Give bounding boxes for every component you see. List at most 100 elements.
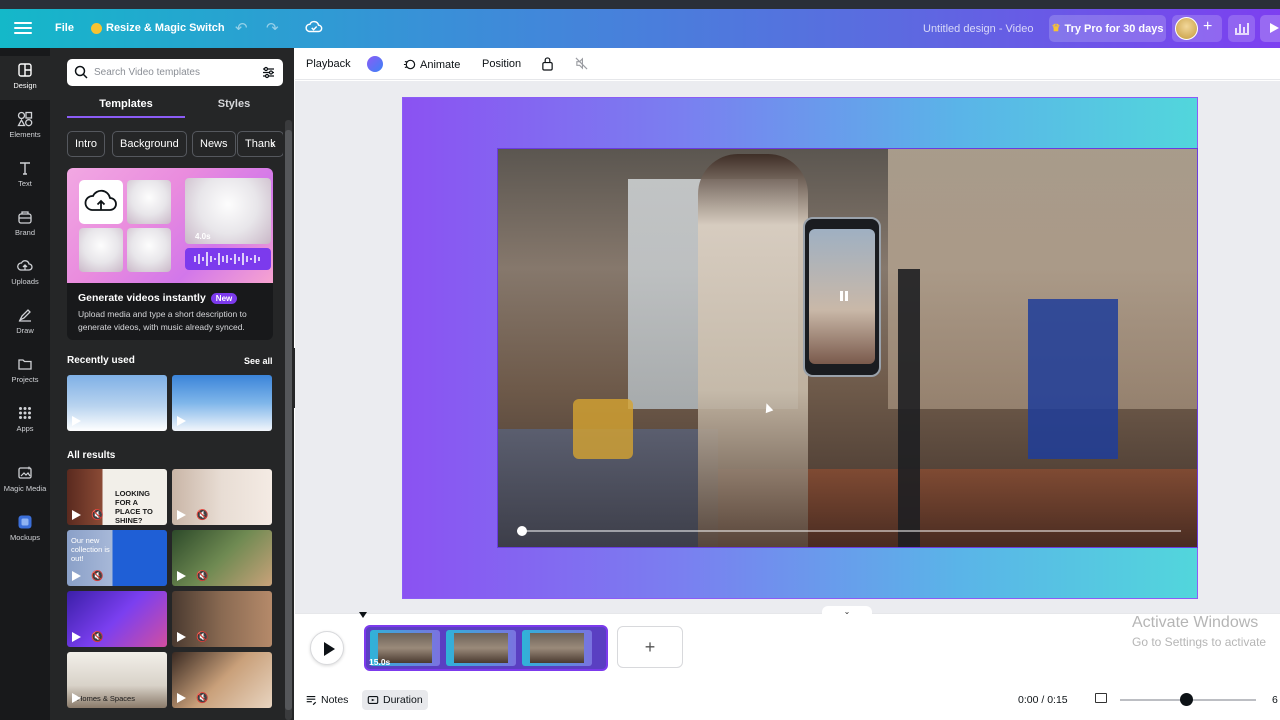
undo-icon[interactable]: ↶ (235, 19, 248, 37)
mute-icon: 🔇 (91, 510, 104, 521)
video-progress-knob[interactable] (517, 526, 527, 536)
result-template-thumb[interactable]: 🔇 (67, 591, 167, 647)
filter-icon[interactable] (261, 65, 276, 80)
duration-button[interactable]: Duration (362, 690, 428, 710)
notes-button[interactable]: Notes (305, 690, 348, 710)
rail-item-apps[interactable]: Apps (0, 399, 50, 443)
search-input[interactable]: Search Video templates (67, 59, 283, 86)
promo-title: Generate videos instantly New (78, 292, 238, 304)
add-clip-button[interactable]: + (617, 626, 683, 668)
crown-icon (91, 22, 102, 34)
category-chips: Intro Background News Thank › (67, 131, 283, 157)
file-menu-button[interactable]: File (55, 22, 74, 34)
timeline-clip[interactable]: 15.0s (364, 625, 608, 671)
uploads-icon (17, 260, 33, 271)
animate-label: Animate (420, 58, 461, 71)
video-scene-tripod (898, 269, 920, 547)
mute-audio-icon[interactable] (575, 57, 588, 70)
editor-toolbar: Playback Animate Position (295, 48, 1280, 80)
result-template-thumb[interactable]: Homes & Spaces (67, 652, 167, 708)
result-template-thumb[interactable]: 🔇 (172, 469, 272, 525)
top-header: File Resize & Magic Switch ↶ ↷ Untitled … (0, 9, 1280, 48)
rail-label: Projects (11, 375, 39, 384)
pause-icon (839, 291, 849, 301)
upload-tile (79, 180, 123, 224)
dog-photo-tile (127, 228, 171, 272)
cloud-save-icon[interactable] (305, 18, 323, 36)
video-scene-cabinet (1028, 299, 1118, 459)
template-text: LOOKING FOR A PLACE TO SHINE? (115, 489, 153, 525)
design-icon (18, 63, 32, 77)
document-title[interactable]: Untitled design - Video (923, 23, 1033, 35)
result-template-thumb[interactable]: 🔇 (172, 652, 272, 708)
timeline-play-button[interactable] (310, 631, 344, 665)
clip-frame-image (530, 633, 584, 663)
rail-item-text[interactable]: Text (0, 154, 50, 198)
rail-item-elements[interactable]: Elements (0, 105, 50, 149)
timeline-playhead[interactable] (359, 612, 367, 618)
zoom-slider-knob[interactable] (1180, 693, 1193, 706)
result-template-thumb[interactable]: 🔇 (172, 530, 272, 586)
rail-label: Elements (9, 130, 41, 139)
tab-templates[interactable]: Templates (67, 96, 185, 118)
rail-item-draw[interactable]: Draw (0, 301, 50, 345)
rail-item-brand[interactable]: Brand (0, 203, 50, 247)
draw-icon (18, 309, 31, 322)
rail-label: Draw (16, 326, 34, 335)
result-template-thumb[interactable]: LOOKING FOR A PLACE TO SHINE? 🔇 (67, 469, 167, 525)
zoom-level[interactable]: 6 (1272, 694, 1278, 706)
rail-item-uploads[interactable]: Uploads (0, 252, 50, 296)
recent-template-thumb[interactable] (67, 375, 167, 431)
rail-item-mockups[interactable]: Mockups (0, 508, 50, 552)
video-element[interactable] (497, 148, 1198, 548)
duration-label: Duration (383, 694, 423, 706)
brand-icon (18, 211, 32, 224)
mute-icon: 🔇 (196, 632, 209, 643)
chip-background[interactable]: Background (112, 131, 187, 157)
rail-item-design[interactable]: Design (0, 56, 50, 100)
chip-intro[interactable]: Intro (67, 131, 106, 157)
result-template-thumb[interactable]: Our new collection is out! 🔇 (67, 530, 167, 586)
mute-icon: 🔇 (196, 693, 209, 704)
see-all-link[interactable]: See all (244, 356, 273, 366)
result-template-thumb[interactable]: 🔇 (172, 591, 272, 647)
redo-icon[interactable]: ↷ (266, 19, 279, 37)
play-icon (72, 571, 81, 581)
present-play-button[interactable] (1260, 15, 1280, 42)
resize-label: Resize & Magic Switch (106, 22, 225, 34)
video-progress-bar[interactable] (517, 530, 1181, 532)
color-picker-button[interactable] (367, 56, 383, 72)
rail-item-projects[interactable]: Projects (0, 350, 50, 394)
share-avatar-button[interactable]: + (1172, 15, 1222, 42)
menu-icon[interactable] (14, 20, 32, 36)
chevron-down-icon[interactable]: ⌄ (822, 606, 872, 618)
panel-scrollbar-thumb[interactable] (285, 130, 292, 710)
rail-label: Uploads (11, 277, 39, 286)
chevron-right-icon[interactable]: › (271, 137, 275, 151)
tab-styles[interactable]: Styles (185, 96, 283, 118)
rail-item-magic-media[interactable]: Magic Media (0, 459, 50, 503)
lock-icon[interactable] (541, 56, 554, 71)
video-scene-phone (803, 217, 881, 377)
grid-view-icon[interactable] (1095, 693, 1107, 703)
recent-template-thumb[interactable] (172, 375, 272, 431)
promo-description: Upload media and type a short descriptio… (78, 309, 247, 332)
templates-panel: Search Video templates Templates Styles … (50, 48, 294, 720)
rail-label: Brand (14, 228, 35, 237)
try-pro-button[interactable]: ♛ Try Pro for 30 days (1049, 15, 1166, 42)
generate-videos-card[interactable]: 4.0s Generate videos instantly New Upload… (67, 168, 273, 340)
plus-icon: + (1203, 18, 1213, 35)
position-button[interactable]: Position (482, 58, 521, 70)
elements-icon (17, 111, 33, 127)
mute-icon: 🔇 (196, 510, 209, 521)
chip-thank[interactable]: Thank (237, 131, 283, 157)
insights-button[interactable] (1228, 15, 1255, 42)
video-scene-cushion (573, 399, 633, 459)
chip-news[interactable]: News (192, 131, 236, 157)
animate-button[interactable]: Animate (403, 58, 460, 71)
playback-button[interactable]: Playback (306, 58, 351, 70)
resize-magic-switch-button[interactable]: Resize & Magic Switch (91, 22, 225, 34)
avatar (1175, 17, 1198, 40)
recently-used-heading: Recently used (67, 355, 135, 366)
play-icon (177, 632, 186, 642)
